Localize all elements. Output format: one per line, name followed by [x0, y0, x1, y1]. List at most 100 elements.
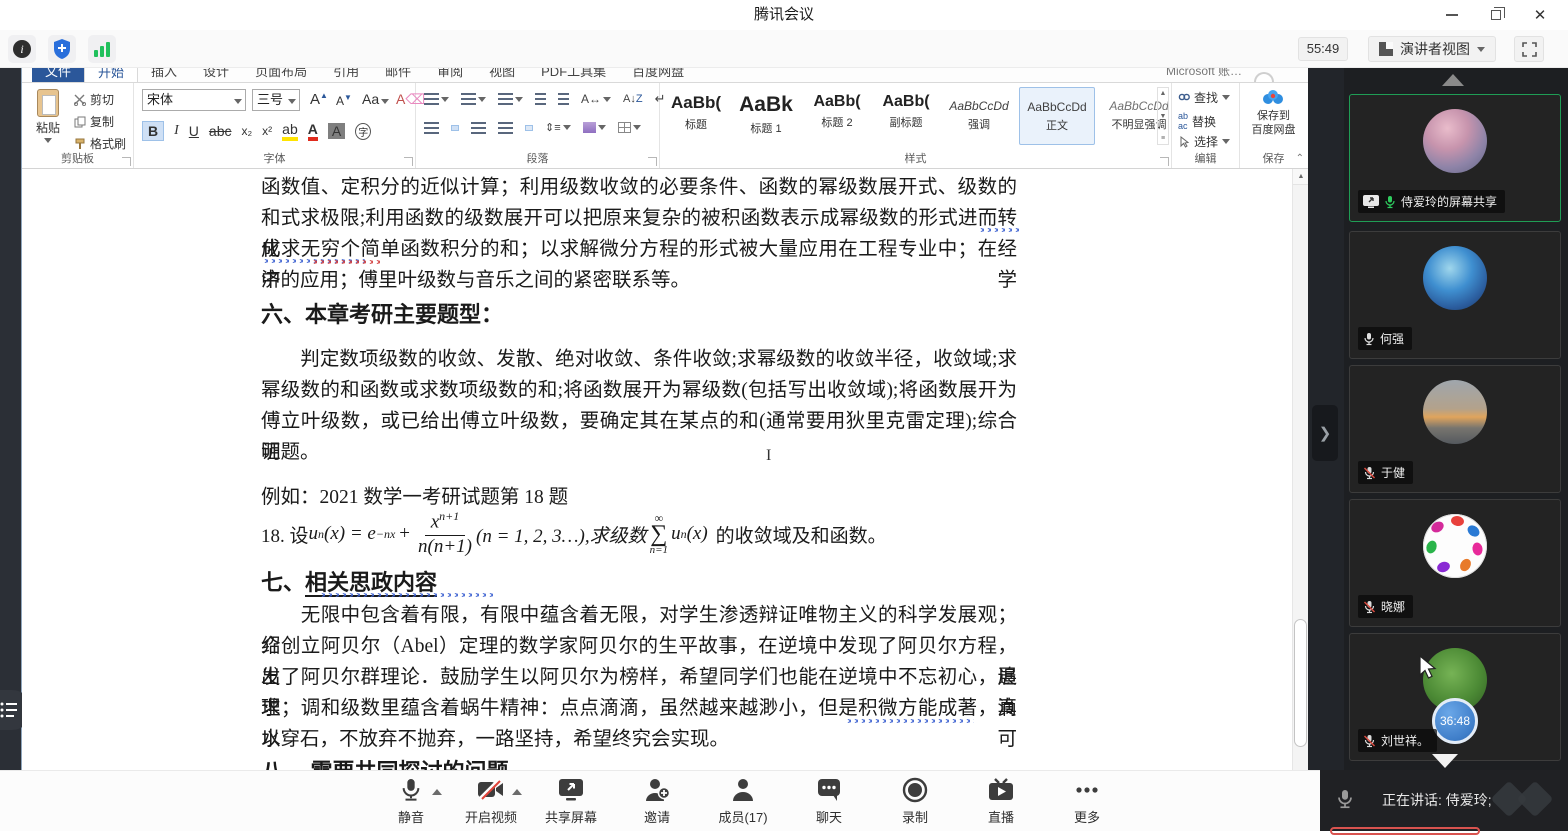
grow-font-button[interactable]: A▲	[310, 91, 328, 108]
ms-account-label[interactable]: Microsoft 账…	[1166, 68, 1242, 79]
collapse-ribbon-button[interactable]: ⌃	[1296, 153, 1304, 164]
copy-button[interactable]: 复制	[74, 113, 114, 130]
scroll-up-button[interactable]: ▲	[1293, 169, 1308, 185]
replace-button[interactable]: ab ac 替换	[1178, 111, 1216, 131]
tab-file[interactable]: 文件	[32, 68, 85, 82]
font-color-button[interactable]: A	[307, 121, 318, 141]
tab-view[interactable]: 视图	[476, 68, 528, 82]
more-button[interactable]: 更多	[1044, 777, 1130, 826]
font-name-select[interactable]: 宋体	[142, 89, 246, 111]
superscript-button[interactable]: x²	[262, 124, 272, 138]
baidu-netdisk-icon	[1263, 90, 1283, 104]
fullscreen-button[interactable]	[1514, 36, 1544, 62]
participant-tile[interactable]: 36:48 刘世祥。	[1349, 633, 1561, 761]
replace-label: 替换	[1192, 114, 1217, 129]
live-button[interactable]: 直播	[958, 777, 1044, 826]
justify-button[interactable]	[498, 121, 513, 134]
save-to-baidu-button[interactable]: 保存到 百度网盘	[1240, 109, 1307, 137]
align-left-button[interactable]	[424, 121, 439, 134]
select-button[interactable]: 选择	[1178, 133, 1231, 150]
styles-scroll-strip[interactable]: ▲ ▼ ≡	[1157, 87, 1169, 145]
chat-button[interactable]: 聊天	[786, 777, 872, 826]
italic-button[interactable]: I	[174, 123, 179, 139]
find-button[interactable]: 查找	[1178, 89, 1231, 106]
tab-home[interactable]: 开始	[84, 68, 139, 82]
font-size-select[interactable]: 三号	[252, 89, 300, 111]
document-scrollbar[interactable]: ▲	[1292, 169, 1308, 770]
end-meeting-button-clipped[interactable]	[1330, 827, 1480, 835]
shrink-font-button[interactable]: A▼	[336, 93, 352, 108]
tab-references[interactable]: 引用	[320, 68, 372, 82]
asian-layout-button[interactable]: A↔	[581, 92, 612, 106]
enclose-char-button[interactable]: 字	[355, 122, 372, 140]
participant-tile-sharer[interactable]: 侍爱玲的屏幕共享	[1349, 94, 1561, 222]
bold-button[interactable]: B	[142, 121, 165, 141]
members-button[interactable]: 成员(17)	[700, 777, 786, 826]
increase-indent-button[interactable]	[558, 93, 569, 105]
style-emphasis[interactable]: AaBbCcDd 强调	[942, 87, 1016, 145]
spellcheck-wavy-blue	[318, 593, 496, 597]
line-spacing-button[interactable]: ⇕≡	[545, 121, 571, 134]
mic-options-caret[interactable]	[432, 789, 442, 795]
multilevel-list-button[interactable]	[498, 93, 523, 105]
document-canvas[interactable]: 函数值、定积分的近似计算；利用级数收敛的必要条件、函数的幂级数展开式、级数的 和…	[22, 169, 1308, 770]
style-heading[interactable]: AaBb( 标题	[664, 87, 728, 145]
style-subtitle[interactable]: AaBb( 副标题	[873, 87, 939, 145]
font-dialog-launcher[interactable]	[404, 157, 413, 166]
record-button[interactable]: 录制	[872, 777, 958, 826]
numbering-button[interactable]	[461, 93, 486, 105]
camera-button[interactable]: 开启视频	[448, 777, 534, 826]
close-button[interactable]: ✕	[1518, 0, 1562, 30]
security-button[interactable]	[48, 35, 76, 63]
align-center-button[interactable]	[451, 124, 459, 131]
tab-design[interactable]: 设计	[190, 68, 242, 82]
highlight-button[interactable]: ab	[282, 121, 298, 141]
cut-button[interactable]: 剪切	[74, 91, 114, 108]
mute-button[interactable]: 静音	[368, 777, 454, 826]
tab-insert[interactable]: 插入	[138, 68, 190, 82]
styles-dialog-launcher[interactable]	[1160, 157, 1169, 166]
char-shading-button[interactable]: A	[327, 123, 346, 139]
tab-pdf-tools[interactable]: PDF工具集	[528, 68, 619, 82]
participants-scroll-down[interactable]	[1432, 754, 1458, 768]
align-right-button[interactable]	[471, 121, 486, 134]
invite-button[interactable]: 邀请	[614, 777, 700, 826]
change-case-button[interactable]: Aa	[362, 91, 390, 107]
paragraph-dialog-launcher[interactable]	[648, 157, 657, 166]
restore-button[interactable]	[1474, 0, 1518, 30]
camera-label: 开启视频	[464, 810, 517, 825]
minimize-button[interactable]	[1430, 0, 1474, 30]
meeting-info-button[interactable]: i	[8, 35, 36, 63]
scrollbar-thumb[interactable]	[1294, 619, 1307, 747]
decrease-indent-button[interactable]	[535, 93, 546, 105]
shading-button[interactable]	[582, 122, 606, 133]
clipboard-dialog-launcher[interactable]	[122, 157, 131, 166]
paste-button[interactable]: 粘贴	[28, 87, 68, 149]
participant-tile[interactable]: 晓娜	[1349, 499, 1561, 627]
strikethrough-button[interactable]: abc	[209, 123, 232, 139]
network-status-button[interactable]	[88, 35, 116, 63]
camera-options-caret[interactable]	[512, 789, 522, 795]
share-screen-button[interactable]: 共享屏幕	[528, 777, 614, 826]
borders-button[interactable]	[617, 122, 641, 133]
account-avatar[interactable]	[1254, 72, 1274, 82]
tab-mailings[interactable]: 邮件	[372, 68, 424, 82]
tab-review[interactable]: 审阅	[424, 68, 476, 82]
style-normal[interactable]: AaBbCcDd 正文	[1019, 87, 1095, 145]
bullets-button[interactable]	[424, 93, 449, 105]
replace-icon: ab ac	[1178, 111, 1189, 131]
meeting-topbar: i 55:49 演讲者视图	[0, 30, 1568, 68]
collapse-sidebar-handle[interactable]: ❯	[1312, 405, 1338, 461]
view-mode-button[interactable]: 演讲者视图	[1368, 36, 1496, 62]
participant-tile[interactable]: 于健	[1349, 365, 1561, 493]
tab-baidu-netdisk[interactable]: 百度网盘	[619, 68, 697, 82]
subscript-button[interactable]: x₂	[242, 124, 253, 138]
style-heading1[interactable]: AaBk 标题 1	[731, 87, 801, 145]
style-heading2[interactable]: AaBb( 标题 2	[804, 87, 870, 145]
participant-tile[interactable]: 何强	[1349, 231, 1561, 359]
underline-button[interactable]: U	[189, 123, 199, 139]
distribute-button[interactable]	[525, 124, 533, 131]
sort-button[interactable]: A↓Z	[623, 93, 643, 105]
participants-scroll-up[interactable]	[1442, 74, 1464, 86]
tab-layout[interactable]: 页面布局	[242, 68, 320, 82]
